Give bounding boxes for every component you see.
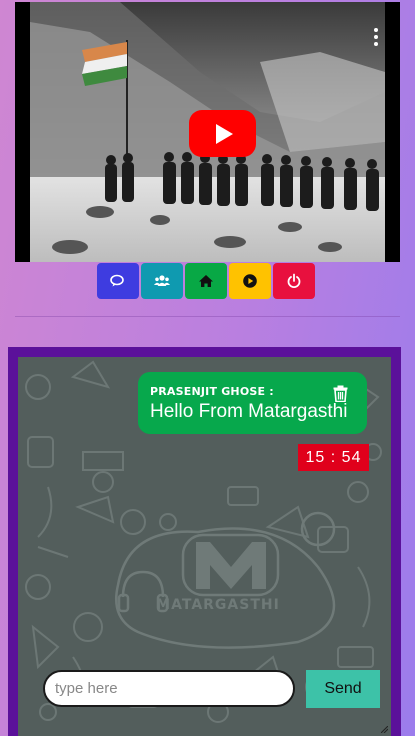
users-icon [154,275,170,286]
message-input[interactable] [43,670,295,707]
message-text: Hello From Matargasthi [150,401,348,422]
power-icon [287,273,301,288]
chat-message-bubble: PRASENJIT GHOSE : Hello From Matargasthi [138,372,367,434]
trash-icon[interactable] [333,385,348,402]
play-circle-icon [243,274,257,288]
divider [15,316,400,317]
resize-handle-icon[interactable] [381,726,388,733]
play-icon[interactable] [189,110,256,157]
background-logo-text: MATARGASTHI [156,597,280,613]
chat-area[interactable]: MATARGASTHI PRASENJIT GHOSE : Hello From… [18,357,391,736]
home-button[interactable] [185,263,227,299]
youtube-video-player[interactable] [15,2,400,262]
play-button[interactable] [229,263,271,299]
message-time-badge: 15 : 54 [298,444,369,471]
nav-button-bar [97,263,315,299]
send-button[interactable]: Send [306,670,380,708]
chat-panel: MATARGASTHI PRASENJIT GHOSE : Hello From… [8,347,401,736]
kebab-menu-icon[interactable] [374,28,378,46]
comments-icon [110,274,124,287]
chat-button[interactable] [97,263,139,299]
users-button[interactable] [141,263,183,299]
home-icon [199,275,213,287]
power-button[interactable] [273,263,315,299]
message-sender: PRASENJIT GHOSE : [150,385,274,398]
